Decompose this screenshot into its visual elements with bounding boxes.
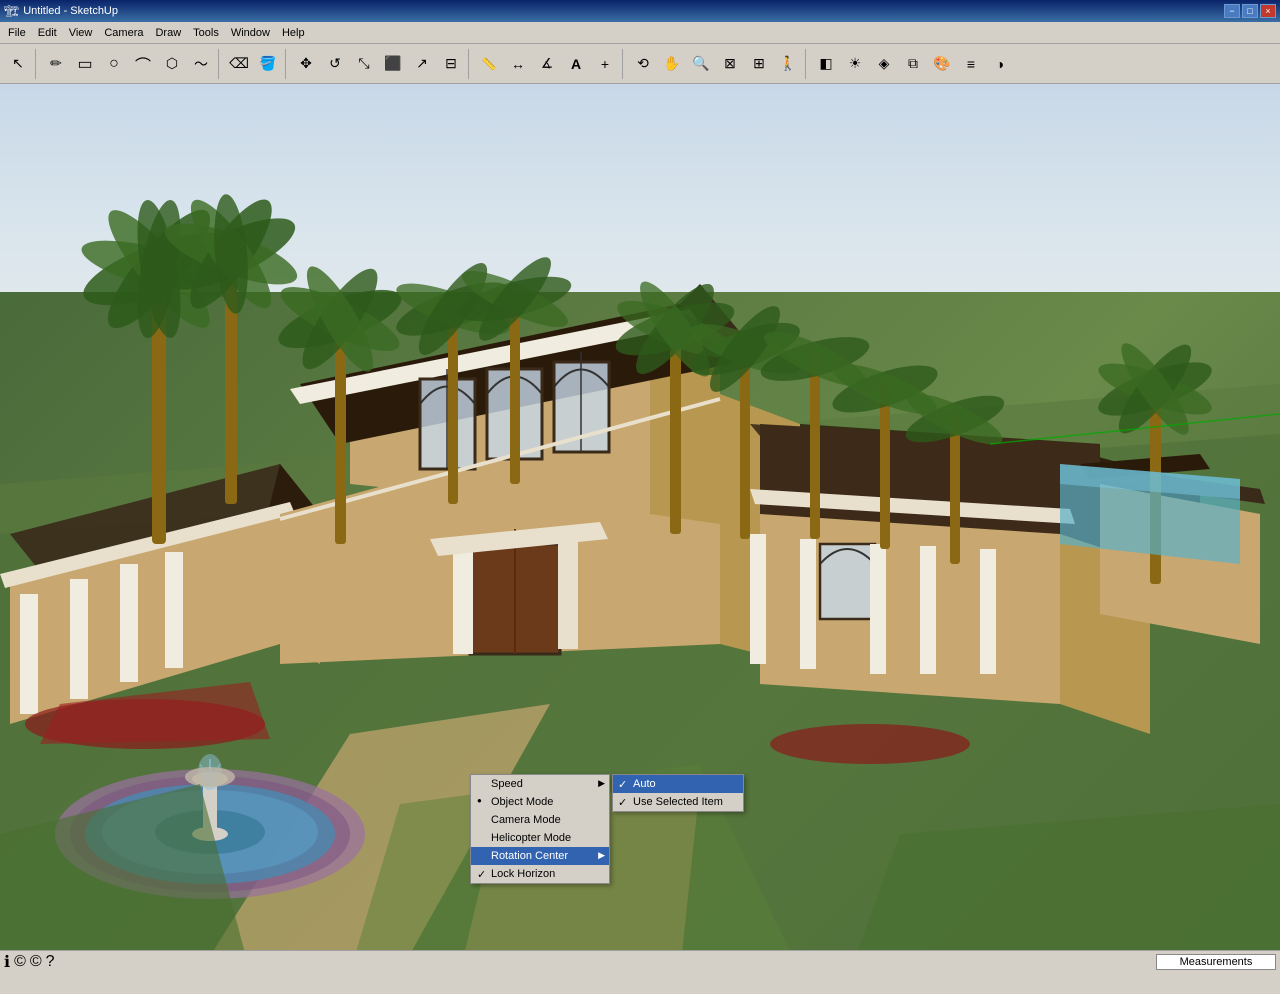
pushpull-tool-button[interactable]: ⬛ — [379, 50, 407, 78]
protractor-tool-button[interactable]: ∡ — [533, 50, 561, 78]
select-tool-button[interactable] — [4, 50, 32, 78]
info-icon-1[interactable]: ℹ — [4, 952, 10, 972]
rect-tool-button[interactable]: ▭ — [71, 50, 99, 78]
menu-tools[interactable]: Tools — [187, 25, 225, 41]
shadow-settings-button[interactable]: ☀ — [841, 50, 869, 78]
menu-view[interactable]: View — [63, 25, 99, 41]
move-tool-button[interactable]: ✥ — [292, 50, 320, 78]
titlebar: 🏗 Untitled - SketchUp − □ × — [0, 0, 1280, 22]
ctx-rotation-center[interactable]: Rotation Center — [471, 847, 609, 865]
measurements-box[interactable]: Measurements — [1156, 954, 1276, 970]
zoom-window-button[interactable]: ⊞ — [745, 50, 773, 78]
titlebar-controls: − □ × — [1224, 4, 1276, 18]
ctx-object-mode[interactable]: Object Mode — [471, 793, 609, 811]
arc-tool-button[interactable]: ⌒ — [129, 50, 157, 78]
statusbar-left: ℹ © © ? — [4, 952, 55, 972]
layers-button[interactable]: ≡ — [957, 50, 985, 78]
close-button[interactable]: × — [1260, 4, 1276, 18]
minimize-button[interactable]: − — [1224, 4, 1240, 18]
rotate-tool-button[interactable]: ↺ — [321, 50, 349, 78]
maximize-button[interactable]: □ — [1242, 4, 1258, 18]
ctx-helicopter-mode[interactable]: Helicopter Mode — [471, 829, 609, 847]
help-icon[interactable]: ? — [46, 953, 55, 971]
titlebar-left: 🏗 Untitled - SketchUp — [4, 4, 118, 18]
shadows-button[interactable]: ◑ — [986, 50, 1014, 78]
styles-button[interactable]: ◈ — [870, 50, 898, 78]
toolbar-sep-3 — [285, 49, 289, 79]
freehand-tool-button[interactable]: 〜 — [187, 50, 215, 78]
ctx-camera-mode[interactable]: Camera Mode — [471, 811, 609, 829]
submenu-use-selected[interactable]: Use Selected Item — [613, 793, 743, 811]
erase-tool-button[interactable]: ⌫ — [225, 50, 253, 78]
followme-tool-button[interactable]: ↗ — [408, 50, 436, 78]
toolbar: ▭ ○ ⌒ ⬡ 〜 ⌫ 🪣 ✥ ↺ ⤡ ⬛ ↗ ⊟ 📏 ↔ ∡ A + ⟲ ✋ … — [0, 44, 1280, 84]
titlebar-title: Untitled - SketchUp — [23, 5, 118, 17]
menu-window[interactable]: Window — [225, 25, 276, 41]
info-icon-3[interactable]: © — [30, 953, 42, 971]
materials-button[interactable]: 🎨 — [928, 50, 956, 78]
components-button[interactable]: ⧉ — [899, 50, 927, 78]
statusbar: ℹ © © ? Measurements — [0, 950, 1280, 972]
line-tool-button[interactable] — [42, 50, 70, 78]
dimension-tool-button[interactable]: ↔ — [504, 50, 532, 78]
polygon-tool-button[interactable]: ⬡ — [158, 50, 186, 78]
ctx-speed[interactable]: Speed — [471, 775, 609, 793]
zoom-extents-button[interactable]: ⊠ — [716, 50, 744, 78]
menu-camera[interactable]: Camera — [98, 25, 149, 41]
measurements-label: Measurements — [1180, 956, 1253, 968]
menu-draw[interactable]: Draw — [149, 25, 187, 41]
tape-tool-button[interactable]: 📏 — [475, 50, 503, 78]
submenu-auto[interactable]: Auto — [613, 775, 743, 793]
text-tool-button[interactable]: A — [562, 50, 590, 78]
info-icon-2[interactable]: © — [14, 953, 26, 971]
toolbar-sep-4 — [468, 49, 472, 79]
toolbar-sep-2 — [218, 49, 222, 79]
menu-edit[interactable]: Edit — [32, 25, 63, 41]
toolbar-sep-5 — [622, 49, 626, 79]
menubar: File Edit View Camera Draw Tools Window … — [0, 22, 1280, 44]
toolbar-sep-1 — [35, 49, 39, 79]
rotation-center-submenu: Auto Use Selected Item — [612, 774, 744, 812]
pan-tool-button[interactable]: ✋ — [658, 50, 686, 78]
zoom-tool-button[interactable]: 🔍 — [687, 50, 715, 78]
circle-tool-button[interactable]: ○ — [100, 50, 128, 78]
menu-file[interactable]: File — [2, 25, 32, 41]
scale-tool-button[interactable]: ⤡ — [350, 50, 378, 78]
viewport[interactable]: Speed Object Mode Camera Mode Helicopter… — [0, 84, 1280, 972]
section-plane-button[interactable]: ◧ — [812, 50, 840, 78]
app-icon: 🏗 — [4, 4, 19, 18]
ctx-lock-horizon[interactable]: Lock Horizon — [471, 865, 609, 883]
toolbar-sep-6 — [805, 49, 809, 79]
paint-tool-button[interactable]: 🪣 — [254, 50, 282, 78]
axes-tool-button[interactable]: + — [591, 50, 619, 78]
offset-tool-button[interactable]: ⊟ — [437, 50, 465, 78]
orbit-tool-button[interactable]: ⟲ — [629, 50, 657, 78]
walk-tool-button[interactable]: 🚶 — [774, 50, 802, 78]
context-menu: Speed Object Mode Camera Mode Helicopter… — [470, 774, 610, 884]
menu-help[interactable]: Help — [276, 25, 311, 41]
3d-scene — [0, 84, 1280, 972]
